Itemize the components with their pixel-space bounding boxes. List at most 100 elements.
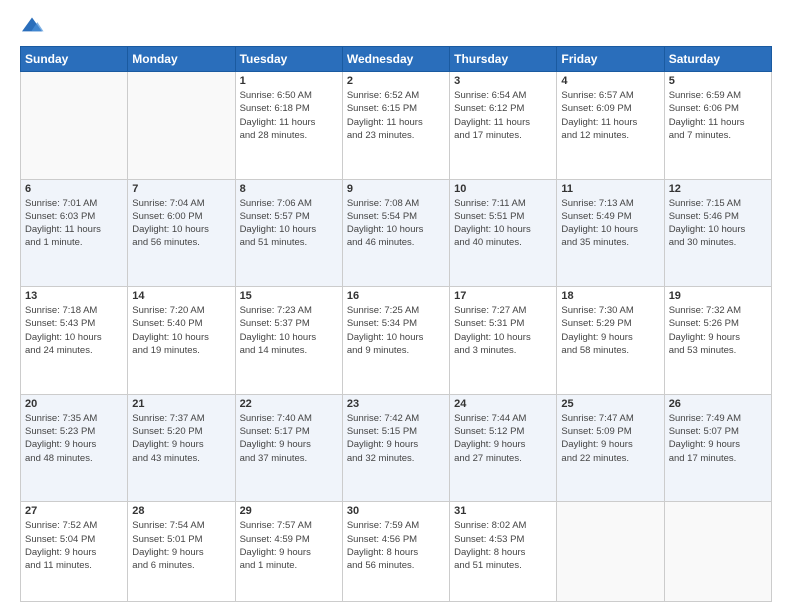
calendar-cell: 28 Sunrise: 7:54 AM Sunset: 5:01 PM Dayli… [128,502,235,602]
day-number: 29 [240,505,338,517]
calendar-cell: 22 Sunrise: 7:40 AM Sunset: 5:17 PM Dayli… [235,394,342,502]
header [20,16,772,36]
day-number: 4 [561,75,659,87]
day-info: Sunrise: 7:42 AM Sunset: 5:15 PM Dayligh… [347,412,445,465]
day-info: Sunrise: 7:15 AM Sunset: 5:46 PM Dayligh… [669,197,767,250]
calendar-cell: 29 Sunrise: 7:57 AM Sunset: 4:59 PM Dayli… [235,502,342,602]
day-number: 19 [669,290,767,302]
calendar-cell: 10 Sunrise: 7:11 AM Sunset: 5:51 PM Dayli… [450,179,557,287]
calendar-cell: 20Sunrise: 7:35 AM Sunset: 5:23 PM Dayli… [21,394,128,502]
calendar-table: SundayMondayTuesdayWednesdayThursdayFrid… [20,46,772,602]
day-number: 20 [25,398,123,410]
day-number: 24 [454,398,552,410]
day-info: Sunrise: 7:52 AM Sunset: 5:04 PM Dayligh… [25,519,123,572]
day-number: 15 [240,290,338,302]
day-info: Sunrise: 8:02 AM Sunset: 4:53 PM Dayligh… [454,519,552,572]
day-info: Sunrise: 7:27 AM Sunset: 5:31 PM Dayligh… [454,304,552,357]
weekday-header: Thursday [450,47,557,72]
calendar-cell: 19 Sunrise: 7:32 AM Sunset: 5:26 PM Dayli… [664,287,771,395]
day-info: Sunrise: 7:08 AM Sunset: 5:54 PM Dayligh… [347,197,445,250]
day-info: Sunrise: 7:47 AM Sunset: 5:09 PM Dayligh… [561,412,659,465]
day-number: 31 [454,505,552,517]
day-number: 1 [240,75,338,87]
day-number: 21 [132,398,230,410]
calendar-cell: 14Sunrise: 7:20 AM Sunset: 5:40 PM Dayli… [128,287,235,395]
calendar-cell: 1 Sunrise: 6:50 AM Sunset: 6:18 PM Daylig… [235,72,342,180]
weekday-header: Wednesday [342,47,449,72]
calendar-cell: 11 Sunrise: 7:13 AM Sunset: 5:49 PM Dayli… [557,179,664,287]
calendar-cell: 16 Sunrise: 7:25 AM Sunset: 5:34 PM Dayli… [342,287,449,395]
weekday-header: Saturday [664,47,771,72]
calendar-week-row: 13 Sunrise: 7:18 AM Sunset: 5:43 PM Dayli… [21,287,772,395]
calendar-cell: 23 Sunrise: 7:42 AM Sunset: 5:15 PM Dayli… [342,394,449,502]
day-number: 11 [561,183,659,195]
day-info: Sunrise: 7:57 AM Sunset: 4:59 PM Dayligh… [240,519,338,572]
day-number: 28 [132,505,230,517]
logo-icon [20,16,44,36]
day-number: 23 [347,398,445,410]
day-info: Sunrise: 6:52 AM Sunset: 6:15 PM Dayligh… [347,89,445,142]
calendar-cell: 7 Sunrise: 7:04 AM Sunset: 6:00 PM Daylig… [128,179,235,287]
day-number: 10 [454,183,552,195]
day-info: Sunrise: 7:06 AM Sunset: 5:57 PM Dayligh… [240,197,338,250]
day-info: Sunrise: 7:25 AM Sunset: 5:34 PM Dayligh… [347,304,445,357]
calendar-cell [128,72,235,180]
day-info: Sunrise: 7:44 AM Sunset: 5:12 PM Dayligh… [454,412,552,465]
calendar-cell: 25 Sunrise: 7:47 AM Sunset: 5:09 PM Dayli… [557,394,664,502]
calendar-cell: 2 Sunrise: 6:52 AM Sunset: 6:15 PM Daylig… [342,72,449,180]
calendar-cell: 5Sunrise: 6:59 AM Sunset: 6:06 PM Daylig… [664,72,771,180]
calendar-week-row: 6 Sunrise: 7:01 AM Sunset: 6:03 PM Daylig… [21,179,772,287]
day-number: 6 [25,183,123,195]
day-number: 22 [240,398,338,410]
calendar-cell: 26Sunrise: 7:49 AM Sunset: 5:07 PM Dayli… [664,394,771,502]
day-info: Sunrise: 7:11 AM Sunset: 5:51 PM Dayligh… [454,197,552,250]
calendar-cell: 4 Sunrise: 6:57 AM Sunset: 6:09 PM Daylig… [557,72,664,180]
calendar-cell: 17 Sunrise: 7:27 AM Sunset: 5:31 PM Dayli… [450,287,557,395]
calendar-body: 1 Sunrise: 6:50 AM Sunset: 6:18 PM Daylig… [21,72,772,602]
day-number: 26 [669,398,767,410]
day-number: 18 [561,290,659,302]
logo [20,16,48,36]
day-number: 17 [454,290,552,302]
calendar-week-row: 27 Sunrise: 7:52 AM Sunset: 5:04 PM Dayli… [21,502,772,602]
day-info: Sunrise: 7:13 AM Sunset: 5:49 PM Dayligh… [561,197,659,250]
calendar-cell: 3 Sunrise: 6:54 AM Sunset: 6:12 PM Daylig… [450,72,557,180]
calendar-cell: 6 Sunrise: 7:01 AM Sunset: 6:03 PM Daylig… [21,179,128,287]
day-info: Sunrise: 6:54 AM Sunset: 6:12 PM Dayligh… [454,89,552,142]
day-info: Sunrise: 7:01 AM Sunset: 6:03 PM Dayligh… [25,197,123,250]
weekday-header: Friday [557,47,664,72]
day-number: 30 [347,505,445,517]
calendar-cell [664,502,771,602]
day-number: 13 [25,290,123,302]
day-info: Sunrise: 7:32 AM Sunset: 5:26 PM Dayligh… [669,304,767,357]
weekday-header: Tuesday [235,47,342,72]
day-info: Sunrise: 7:54 AM Sunset: 5:01 PM Dayligh… [132,519,230,572]
calendar-cell: 24 Sunrise: 7:44 AM Sunset: 5:12 PM Dayli… [450,394,557,502]
day-info: Sunrise: 7:18 AM Sunset: 5:43 PM Dayligh… [25,304,123,357]
day-number: 27 [25,505,123,517]
day-info: Sunrise: 6:50 AM Sunset: 6:18 PM Dayligh… [240,89,338,142]
day-number: 25 [561,398,659,410]
calendar-week-row: 20Sunrise: 7:35 AM Sunset: 5:23 PM Dayli… [21,394,772,502]
day-info: Sunrise: 6:57 AM Sunset: 6:09 PM Dayligh… [561,89,659,142]
day-number: 7 [132,183,230,195]
calendar-header-row: SundayMondayTuesdayWednesdayThursdayFrid… [21,47,772,72]
day-info: Sunrise: 7:37 AM Sunset: 5:20 PM Dayligh… [132,412,230,465]
day-info: Sunrise: 7:23 AM Sunset: 5:37 PM Dayligh… [240,304,338,357]
calendar-cell: 8 Sunrise: 7:06 AM Sunset: 5:57 PM Daylig… [235,179,342,287]
day-number: 3 [454,75,552,87]
calendar-cell [21,72,128,180]
day-number: 8 [240,183,338,195]
calendar-cell: 30Sunrise: 7:59 AM Sunset: 4:56 PM Dayli… [342,502,449,602]
day-number: 16 [347,290,445,302]
weekday-header: Monday [128,47,235,72]
calendar-cell: 27 Sunrise: 7:52 AM Sunset: 5:04 PM Dayli… [21,502,128,602]
calendar-cell: 13 Sunrise: 7:18 AM Sunset: 5:43 PM Dayli… [21,287,128,395]
calendar-cell: 9 Sunrise: 7:08 AM Sunset: 5:54 PM Daylig… [342,179,449,287]
day-info: Sunrise: 7:40 AM Sunset: 5:17 PM Dayligh… [240,412,338,465]
day-info: Sunrise: 7:04 AM Sunset: 6:00 PM Dayligh… [132,197,230,250]
day-number: 2 [347,75,445,87]
day-number: 9 [347,183,445,195]
calendar-cell: 18 Sunrise: 7:30 AM Sunset: 5:29 PM Dayli… [557,287,664,395]
day-info: Sunrise: 7:30 AM Sunset: 5:29 PM Dayligh… [561,304,659,357]
